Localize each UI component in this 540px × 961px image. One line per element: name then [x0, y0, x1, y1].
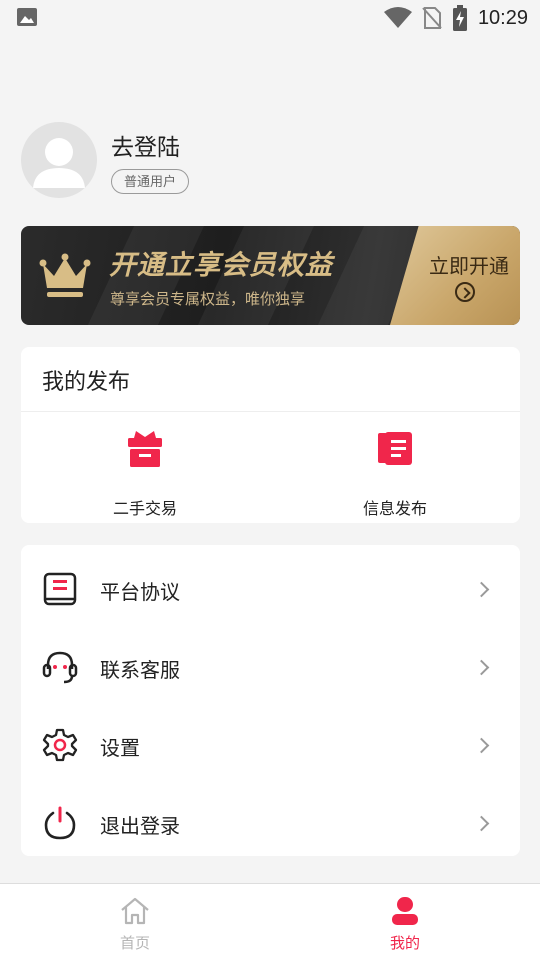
vip-subtitle: 尊享会员专属权益，唯你独享	[110, 290, 306, 308]
publish-item-info[interactable]: 信息发布	[315, 429, 475, 519]
crown-icon	[39, 253, 91, 297]
my-publish-card: 我的发布 二手交易 信息发布	[21, 347, 520, 523]
user-icon	[392, 897, 418, 925]
gear-icon	[42, 728, 78, 762]
tab-label: 我的	[389, 934, 420, 952]
section-title: 我的发布	[42, 370, 131, 395]
battery-charging-icon	[452, 5, 467, 31]
menu-item-label: 设置	[100, 736, 140, 760]
chevron-right-icon	[473, 659, 490, 676]
menu-item-platform-agreement[interactable]: 平台协议	[21, 556, 520, 626]
publish-item-label: 二手交易	[112, 499, 177, 518]
document-icon	[43, 572, 77, 606]
clock: 10:29	[477, 6, 528, 29]
open-vip-button[interactable]: 立即开通	[429, 250, 509, 279]
divider	[21, 411, 520, 412]
avatar[interactable]	[21, 122, 97, 198]
home-icon	[121, 897, 149, 925]
settings-menu-card: 平台协议 联系客服 设置 退出登录	[21, 545, 520, 856]
bottom-tab-bar: 首页 我的	[0, 883, 540, 961]
user-level-badge: 普通用户	[111, 169, 190, 194]
headset-icon	[42, 651, 78, 684]
arrow-right-circle-icon[interactable]	[455, 282, 475, 302]
vip-title: 开通立享会员权益	[109, 250, 333, 281]
menu-item-label: 平台协议	[100, 580, 180, 604]
menu-item-logout[interactable]: 退出登录	[21, 790, 520, 860]
tab-label: 首页	[119, 934, 150, 952]
gift-box-icon	[128, 431, 162, 467]
tab-home[interactable]: 首页	[75, 884, 195, 961]
menu-item-customer-service[interactable]: 联系客服	[21, 634, 520, 704]
default-avatar-icon	[33, 138, 85, 188]
tab-mine[interactable]: 我的	[345, 884, 465, 961]
menu-item-settings[interactable]: 设置	[21, 712, 520, 782]
chevron-right-icon	[473, 737, 490, 754]
wifi-icon	[383, 7, 412, 28]
login-link[interactable]: 去登陆	[111, 128, 180, 162]
status-bar: 10:29	[0, 0, 540, 36]
publish-item-label: 信息发布	[362, 499, 427, 518]
vip-banner[interactable]: 开通立享会员权益 尊享会员专属权益，唯你独享 立即开通	[21, 226, 520, 325]
menu-item-label: 退出登录	[100, 814, 180, 838]
chevron-right-icon	[473, 815, 490, 832]
menu-item-label: 联系客服	[100, 658, 180, 682]
power-icon	[44, 806, 76, 840]
no-sim-icon	[422, 7, 442, 29]
newspaper-icon	[378, 432, 412, 465]
image-notification-icon	[17, 8, 37, 26]
publish-item-secondhand[interactable]: 二手交易	[65, 429, 225, 519]
chevron-right-icon	[473, 581, 490, 598]
